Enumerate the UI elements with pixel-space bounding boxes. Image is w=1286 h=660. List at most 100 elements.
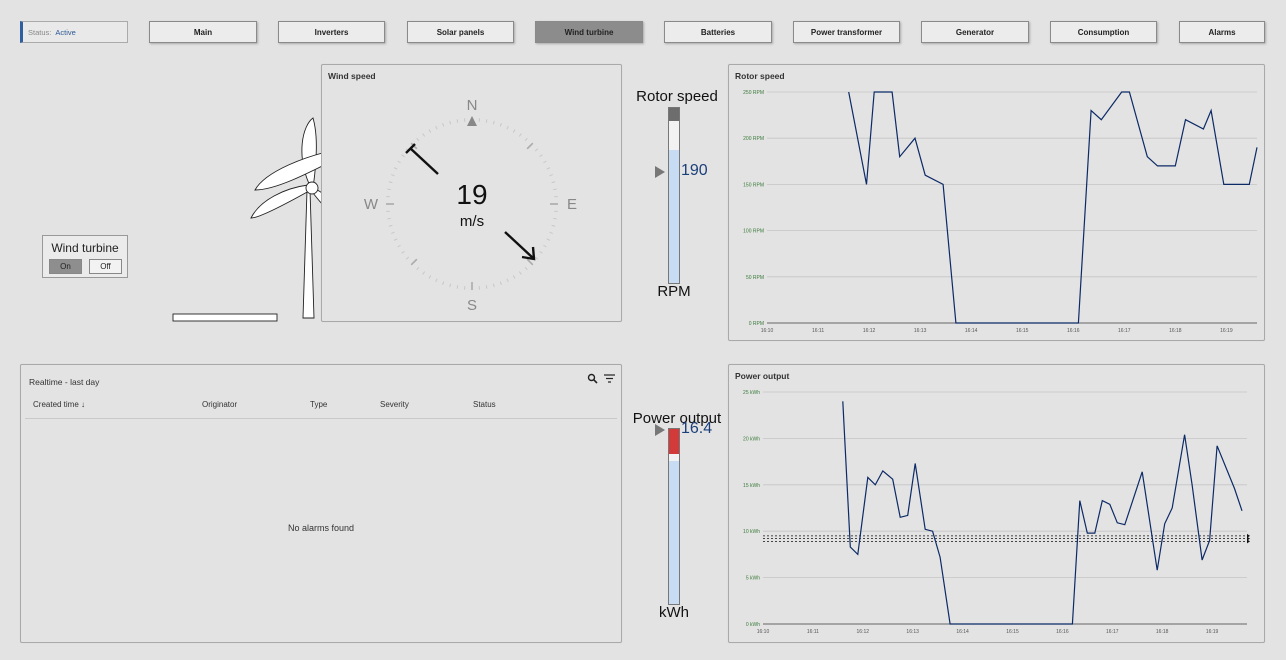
compass-tick	[393, 167, 398, 170]
nav-solar-panels-button[interactable]: Solar panels	[407, 21, 514, 43]
status-label: Status:	[28, 27, 52, 37]
compass-tick	[422, 271, 426, 275]
x-tick-label: 16:10	[761, 328, 774, 334]
x-tick-label: 16:18	[1156, 629, 1169, 635]
x-tick-label: 16:19	[1220, 328, 1233, 334]
nav-main-button[interactable]: Main	[149, 21, 257, 43]
wind-from-needle	[409, 147, 439, 175]
y-tick-label: 150 RPM	[743, 182, 764, 188]
x-tick-label: 16:19	[1206, 629, 1219, 635]
compass-tick	[524, 137, 528, 142]
rotor-gauge-title: Rotor speed	[636, 88, 718, 105]
compass-tick	[387, 217, 391, 220]
compass-tick	[397, 244, 401, 248]
column-created-time[interactable]: Created time ↓	[33, 400, 85, 409]
compass-tick	[546, 238, 551, 241]
x-tick-label: 16:14	[965, 328, 978, 334]
x-tick-label: 16:18	[1169, 328, 1182, 334]
compass-west-label: W	[364, 196, 379, 213]
nav-wind-turbine-button[interactable]: Wind turbine	[535, 21, 643, 43]
compass-tick	[526, 258, 534, 266]
compass-tick	[422, 133, 426, 137]
turbine-toggle-title: Wind turbine	[51, 241, 119, 255]
series-line	[848, 91, 1258, 324]
y-tick-label: 50 RPM	[746, 275, 764, 281]
column-type[interactable]: Type	[310, 400, 327, 409]
x-tick-label: 16:13	[914, 328, 927, 334]
rotor-gauge-bar	[668, 107, 680, 284]
compass-tick	[539, 250, 543, 254]
compass-tick	[401, 250, 405, 254]
y-tick-label: 10 kWh	[743, 529, 760, 535]
rotor-gauge-value: 190	[681, 162, 708, 179]
y-tick-label: 5 kWh	[746, 576, 760, 582]
turbine-on-button[interactable]: On	[49, 259, 82, 274]
filter-icon[interactable]	[604, 374, 615, 383]
x-tick-label: 16:17	[1106, 629, 1119, 635]
compass-tick	[506, 278, 509, 283]
compass-tick	[391, 231, 395, 234]
compass-tick	[388, 224, 393, 227]
nav-consumption-button[interactable]: Consumption	[1050, 21, 1157, 43]
compass-tick	[387, 188, 391, 191]
rotor-speed-chart: 0 RPM 50 RPM 100 RPM 150 RPM 200 RPM 250 RPM 1…	[743, 90, 1258, 334]
nav-alarms-button[interactable]: Alarms	[1179, 21, 1265, 43]
compass-tick	[553, 188, 557, 191]
x-tick-label: 16:12	[857, 629, 870, 635]
compass-tick	[506, 125, 509, 130]
compass-tick	[456, 285, 459, 289]
compass-tick	[512, 129, 516, 133]
compass-tick	[492, 283, 495, 288]
compass-tick	[442, 281, 445, 285]
turbine-off-button[interactable]: Off	[89, 259, 122, 274]
compass-tick	[553, 217, 557, 220]
x-tick-label: 16:16	[1067, 328, 1080, 334]
compass-tick	[534, 148, 539, 152]
nav-generator-button[interactable]: Generator	[921, 21, 1029, 43]
column-status[interactable]: Status	[473, 400, 496, 409]
alarms-panel: Realtime - last day Created time ↓ Origi…	[20, 364, 622, 643]
compass-tick	[546, 167, 551, 170]
compass-tick	[485, 119, 488, 123]
compass-tick	[543, 160, 547, 164]
compass-tick	[512, 275, 516, 279]
y-tick-label: 250 RPM	[743, 90, 764, 96]
compass-tick	[551, 181, 556, 184]
compass-tick	[499, 123, 502, 127]
x-tick-label: 16:15	[1006, 629, 1019, 635]
x-tick-label: 16:11	[807, 629, 819, 635]
x-tick-label: 16:14	[956, 629, 969, 635]
x-tick-label: 16:17	[1118, 328, 1131, 334]
compass-tick	[435, 125, 438, 130]
y-tick-label: 15 kWh	[743, 483, 760, 489]
rotor-gauge-pointer-icon	[655, 166, 665, 178]
compass-tick	[428, 275, 432, 279]
y-tick-label: 100 RPM	[743, 229, 764, 235]
nav-inverters-button[interactable]: Inverters	[278, 21, 385, 43]
nav-batteries-button[interactable]: Batteries	[664, 21, 772, 43]
power-gauge-unit: kWh	[659, 604, 689, 621]
compass-tick	[405, 256, 410, 260]
rotor-speed-chart-panel: Rotor speed 0 RPM 50 RPM 100 RPM 150 RPM 200…	[728, 64, 1265, 341]
turbine-toggle-panel: Wind turbine On Off	[42, 235, 128, 278]
compass-tick	[549, 174, 553, 177]
power-gauge-bar	[668, 428, 680, 605]
compass-tick	[549, 231, 553, 234]
rotor-gauge-unit: RPM	[657, 283, 691, 300]
search-icon[interactable]	[587, 373, 598, 384]
compass-tick	[435, 278, 438, 283]
y-tick-label: 25 kWh	[743, 390, 760, 396]
rotor-gauge-cap	[669, 108, 679, 121]
compass-tick	[401, 154, 405, 158]
column-originator[interactable]: Originator	[202, 400, 237, 409]
column-severity[interactable]: Severity	[380, 400, 409, 409]
north-pointer-icon	[467, 116, 477, 126]
compass-tick	[539, 154, 543, 158]
y-tick-label: 0 kWh	[746, 622, 760, 628]
x-tick-label: 16:15	[1016, 328, 1029, 334]
nav-power-transformer-button[interactable]: Power transformer	[793, 21, 900, 43]
compass-tick	[442, 123, 445, 127]
compass-tick	[416, 266, 420, 271]
compass-tick	[518, 271, 522, 275]
compass-tick	[534, 256, 539, 260]
